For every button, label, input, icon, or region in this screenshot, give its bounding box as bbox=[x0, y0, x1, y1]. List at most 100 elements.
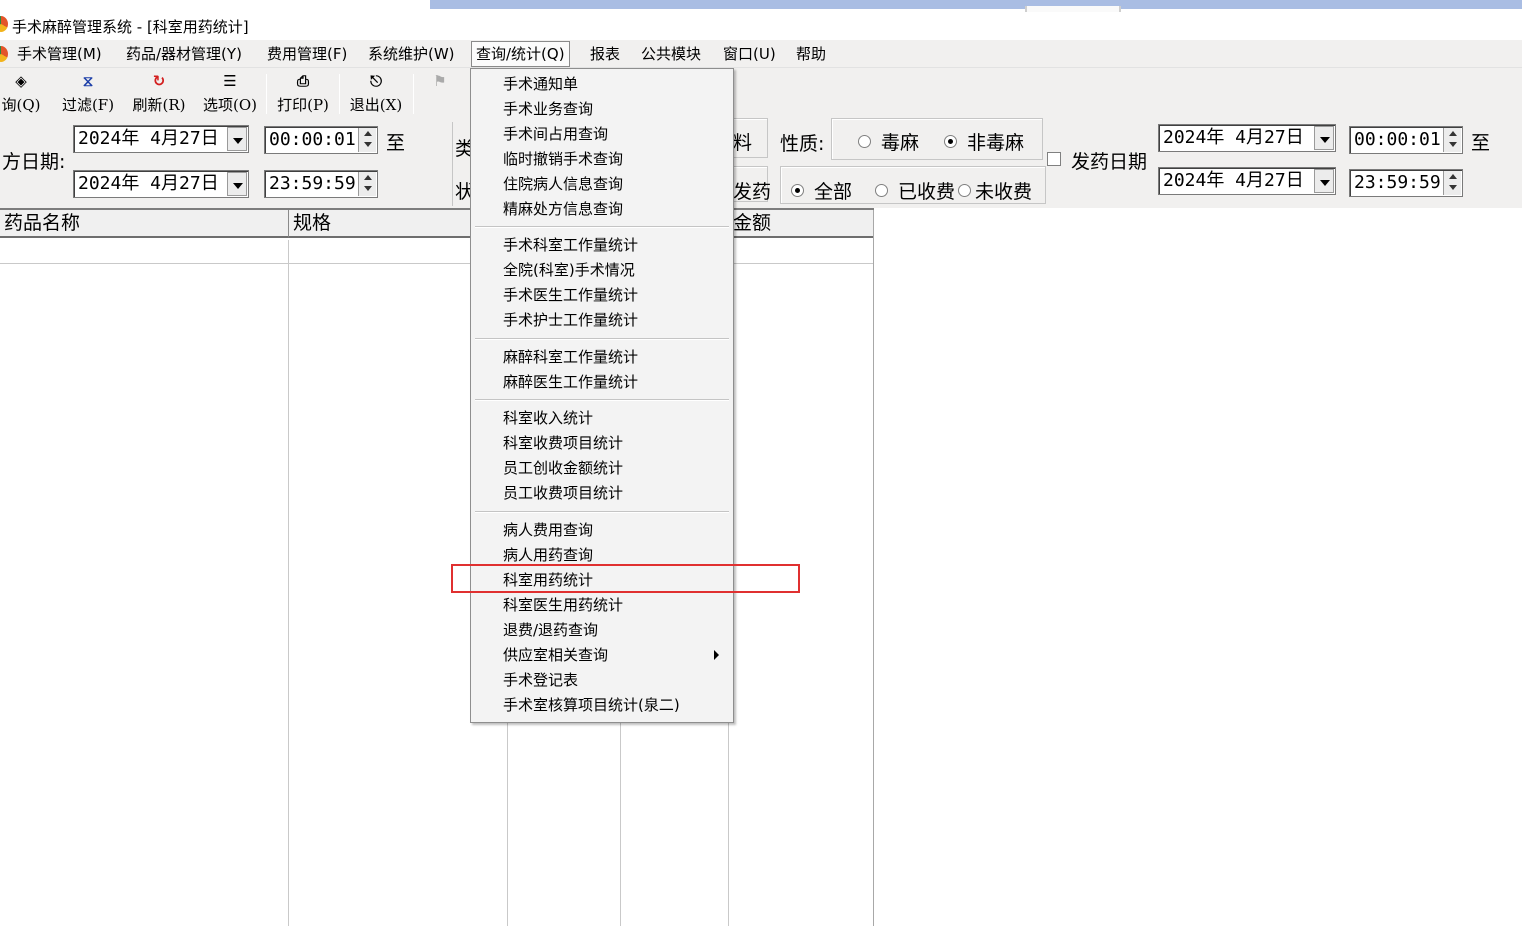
menu-item-dept-income[interactable]: 科室收入统计 bbox=[503, 406, 593, 430]
menu-item-anes-doctor-workload[interactable]: 麻醉医生工作量统计 bbox=[503, 370, 638, 394]
toolbar-separator bbox=[339, 74, 340, 114]
options-button[interactable]: ☰ 选项(O) bbox=[200, 72, 260, 116]
rx-date-label: 方日期: bbox=[2, 151, 66, 173]
right-time-to-input[interactable]: 23:59:59 bbox=[1349, 169, 1463, 197]
toolbar: ◈ 询(Q) ⧖ 过滤(F) ↻ 刷新(R) ☰ 选项(O) ⎙ 打印(P) ⎋… bbox=[0, 68, 1522, 118]
menu-surgery[interactable]: 手术管理(M) bbox=[13, 43, 106, 65]
radio-dot-icon bbox=[944, 135, 957, 148]
query-stats-dropdown: 手术通知单 手术业务查询 手术间占用查询 临时撤销手术查询 住院病人信息查询 精… bbox=[470, 68, 734, 723]
submenu-arrow-icon bbox=[714, 650, 719, 660]
date-from-picker[interactable]: 2024年 4月27日 bbox=[73, 125, 249, 153]
table-row[interactable] bbox=[0, 240, 874, 264]
refresh-icon: ↻ bbox=[152, 72, 166, 90]
radio-dot-icon bbox=[858, 135, 871, 148]
top-strip bbox=[0, 0, 1522, 28]
chevron-down-icon[interactable] bbox=[227, 172, 247, 196]
menu-item-accounting-items[interactable]: 手术室核算项目统计(泉二) bbox=[503, 693, 680, 717]
menu-item-refund-query[interactable]: 退费/退药查询 bbox=[503, 618, 598, 642]
right-date-to-picker[interactable]: 2024年 4月27日 bbox=[1158, 167, 1336, 195]
print-button[interactable]: ⎙ 打印(P) bbox=[273, 72, 333, 116]
menu-item-surgeon-workload[interactable]: 手术医生工作量统计 bbox=[503, 283, 638, 307]
title-bar: 手术麻醉管理系统 - [科室用药统计] bbox=[0, 12, 1522, 40]
right-time-from-input[interactable]: 00:00:01 bbox=[1349, 126, 1463, 154]
time-from-input[interactable]: 00:00:01 bbox=[264, 126, 378, 154]
menu-item-dept-fee-items[interactable]: 科室收费项目统计 bbox=[503, 431, 623, 455]
menu-item-dept-doctor-meds[interactable]: 科室医生用药统计 bbox=[503, 593, 623, 617]
options-icon: ☰ bbox=[223, 72, 237, 90]
dispense-date-checkbox[interactable] bbox=[1047, 152, 1061, 166]
menu-item-or-occupancy[interactable]: 手术间占用查询 bbox=[503, 122, 608, 146]
menu-item-supply-room[interactable]: 供应室相关查询 bbox=[503, 643, 608, 667]
menu-separator bbox=[475, 511, 729, 513]
refresh-button[interactable]: ↻ 刷新(R) bbox=[129, 72, 189, 116]
menu-system[interactable]: 系统维护(W) bbox=[364, 43, 459, 65]
menu-item-anes-dept-workload[interactable]: 麻醉科室工作量统计 bbox=[503, 345, 638, 369]
menu-query-stats[interactable]: 查询/统计(Q) bbox=[471, 41, 570, 67]
exit-door-icon: ⎋ bbox=[370, 72, 382, 90]
radio-dot-icon bbox=[958, 184, 971, 197]
menu-item-hospital-surgery[interactable]: 全院(科室)手术情况 bbox=[503, 258, 635, 282]
chevron-down-icon[interactable] bbox=[227, 127, 247, 151]
menu-item-surgery-business-query[interactable]: 手术业务查询 bbox=[503, 97, 593, 121]
app-logo-icon bbox=[0, 16, 8, 32]
hourglass-icon: ⧖ bbox=[82, 72, 94, 90]
chevron-down-icon[interactable] bbox=[1314, 169, 1334, 193]
nature-label: 性质: bbox=[780, 133, 825, 155]
right-date-from-picker[interactable]: 2024年 4月27日 bbox=[1158, 124, 1336, 152]
toolbar-separator bbox=[413, 74, 414, 114]
menu-item-narcotic-rx[interactable]: 精麻处方信息查询 bbox=[503, 197, 623, 221]
menu-common[interactable]: 公共模块 bbox=[637, 43, 705, 65]
menu-item-inpatient-info[interactable]: 住院病人信息查询 bbox=[503, 172, 623, 196]
date-to-picker[interactable]: 2024年 4月27日 bbox=[73, 170, 249, 198]
radio-dot-icon bbox=[875, 184, 888, 197]
radio-non-toxic[interactable]: 非毒麻 bbox=[944, 128, 1024, 155]
column-header-amount[interactable]: 金额 bbox=[729, 210, 874, 238]
radio-uncharged[interactable]: 未收费 bbox=[958, 177, 1032, 204]
menu-item-surgery-register[interactable]: 手术登记表 bbox=[503, 668, 578, 692]
radio-dot-icon bbox=[791, 184, 804, 197]
chevron-down-icon[interactable] bbox=[1314, 126, 1334, 150]
filter-button[interactable]: ⧖ 过滤(F) bbox=[58, 72, 118, 116]
toolbar-separator bbox=[266, 74, 267, 114]
menu-separator bbox=[475, 226, 729, 228]
spinner-icon[interactable] bbox=[1443, 171, 1461, 195]
filter-panel: 方日期: 2024年 4月27日 2024年 4月27日 00:00:01 23… bbox=[0, 118, 1522, 208]
right-to-label: 至 bbox=[1471, 132, 1491, 154]
menu-item-staff-revenue[interactable]: 员工创收金额统计 bbox=[503, 456, 623, 480]
menu-item-temp-cancel[interactable]: 临时撤销手术查询 bbox=[503, 147, 623, 171]
query-button[interactable]: ◈ 询(Q) bbox=[0, 72, 46, 116]
dispense-label: 发药 bbox=[733, 181, 772, 203]
radio-toxic[interactable]: 毒麻 bbox=[858, 128, 919, 155]
window-title: 手术麻醉管理系统 - [科室用药统计] bbox=[12, 18, 249, 36]
radio-all[interactable]: 全部 bbox=[791, 177, 852, 204]
menu-separator bbox=[475, 338, 729, 340]
panel-divider bbox=[452, 122, 453, 206]
menu-window[interactable]: 窗口(U) bbox=[719, 43, 780, 65]
spinner-icon[interactable] bbox=[358, 172, 376, 196]
menu-reports[interactable]: 报表 bbox=[586, 43, 624, 65]
time-to-input[interactable]: 23:59:59 bbox=[264, 170, 378, 198]
menu-drugs[interactable]: 药品/器材管理(Y) bbox=[122, 43, 246, 65]
column-divider bbox=[288, 240, 289, 926]
flag-button[interactable]: ⚑ bbox=[428, 72, 452, 116]
to-label: 至 bbox=[386, 132, 406, 154]
menu-item-staff-fee-items[interactable]: 员工收费项目统计 bbox=[503, 481, 623, 505]
menu-logo-icon[interactable] bbox=[0, 46, 8, 62]
menu-item-nurse-workload[interactable]: 手术护士工作量统计 bbox=[503, 308, 638, 332]
grid-right-border bbox=[873, 210, 874, 926]
exit-button[interactable]: ⎋ 退出(X) bbox=[346, 72, 406, 116]
flag-icon: ⚑ bbox=[433, 72, 447, 90]
menu-item-patient-fees[interactable]: 病人费用查询 bbox=[503, 518, 593, 542]
spinner-icon[interactable] bbox=[358, 128, 376, 152]
material-label: 料 bbox=[733, 132, 753, 154]
highlight-box bbox=[451, 564, 800, 593]
menu-bar: 手术管理(M) 药品/器材管理(Y) 费用管理(F) 系统维护(W) 查询/统计… bbox=[0, 40, 1522, 68]
column-header-drug-name[interactable]: 药品名称 bbox=[0, 210, 289, 238]
menu-item-surgery-notice[interactable]: 手术通知单 bbox=[503, 72, 578, 96]
column-header-spec[interactable]: 规格 bbox=[289, 210, 479, 238]
menu-item-dept-workload[interactable]: 手术科室工作量统计 bbox=[503, 233, 638, 257]
radio-charged[interactable]: 已收费 bbox=[875, 177, 955, 204]
menu-help[interactable]: 帮助 bbox=[792, 43, 830, 65]
menu-fees[interactable]: 费用管理(F) bbox=[263, 43, 351, 65]
spinner-icon[interactable] bbox=[1443, 128, 1461, 152]
